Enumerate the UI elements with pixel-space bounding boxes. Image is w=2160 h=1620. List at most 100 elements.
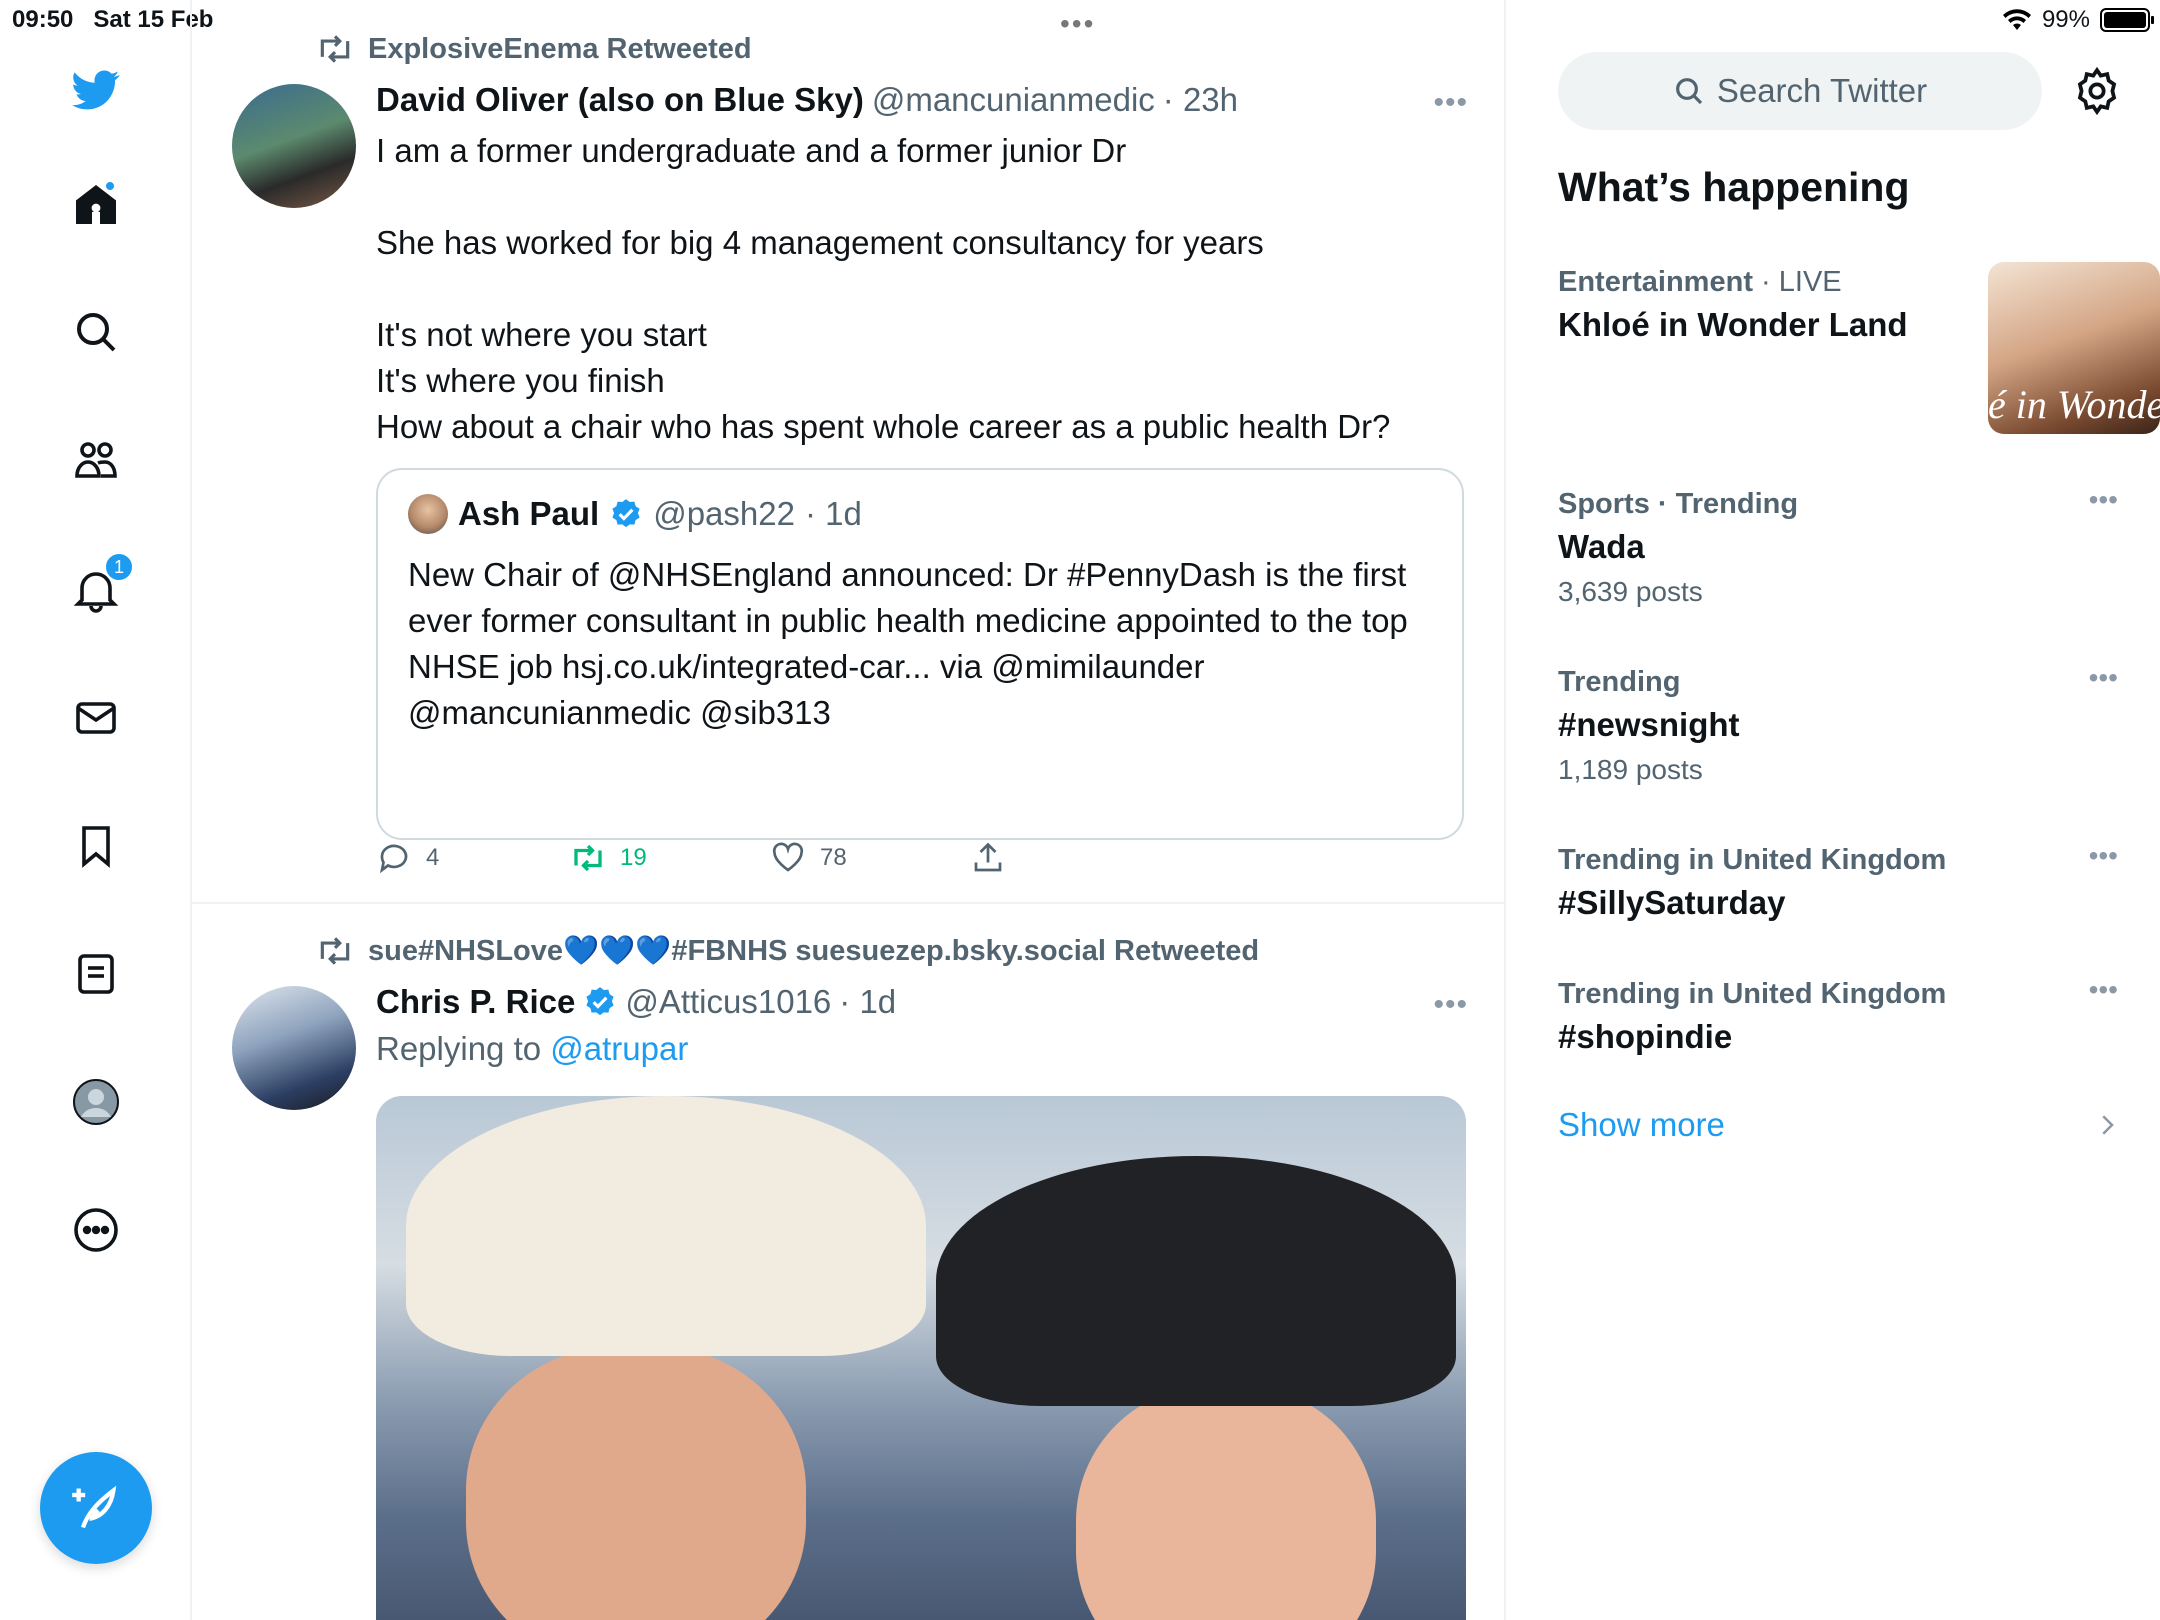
compose-tweet-button[interactable] — [40, 1452, 152, 1564]
timeline: ExplosiveEnema Retweeted David Oliver (a… — [192, 0, 1506, 1620]
trend-item[interactable]: Trending in United Kingdom #shopindie ••… — [1558, 974, 2118, 1060]
search-icon — [1675, 78, 1702, 105]
retweet-icon — [574, 844, 602, 872]
whats-happening-heading: What’s happening — [1558, 164, 1910, 210]
profile-avatar-icon[interactable] — [66, 1072, 126, 1132]
retweet-context: ExplosiveEnema Retweeted — [316, 28, 752, 70]
reply-count: 4 — [426, 844, 440, 871]
chevron-right-icon[interactable] — [2092, 1110, 2122, 1140]
trend-live-label: LIVE — [1778, 266, 1842, 298]
image-figure-left — [466, 1346, 806, 1620]
search-input[interactable]: Search Twitter — [1558, 52, 2042, 130]
retweet-icon — [320, 937, 350, 965]
left-nav: 1 — [0, 0, 192, 1620]
share-icon — [974, 842, 1002, 872]
trend-category: Trending in United Kingdom — [1558, 978, 1947, 1010]
replying-to: Replying to @atrupar — [376, 1030, 688, 1068]
reply-icon — [379, 844, 408, 874]
lists-icon[interactable] — [66, 944, 126, 1004]
verified-badge-icon — [612, 499, 640, 528]
notification-count-badge: 1 — [104, 552, 134, 582]
trend-more-icon[interactable]: ••• — [2089, 484, 2118, 516]
trend-item[interactable]: Trending #newsnight 1,189 posts ••• — [1558, 662, 2118, 792]
like-count: 78 — [820, 844, 847, 871]
tweet[interactable]: sue#NHSLove💙💙💙#FBNHS suesuezep.bsky.soci… — [192, 930, 1504, 1620]
compose-feather-icon — [72, 1485, 117, 1529]
trend-thumbnail-image: é in Wonder L — [1988, 262, 2160, 434]
tweet-media-image[interactable] — [376, 1096, 1466, 1620]
retweet-count: 19 — [620, 844, 647, 871]
avatar[interactable] — [232, 986, 356, 1110]
author-name[interactable]: David Oliver (also on Blue Sky) — [376, 81, 864, 119]
replying-to-link[interactable]: @atrupar — [550, 1030, 688, 1067]
like-button[interactable]: 78 — [770, 832, 847, 884]
heart-icon — [772, 842, 804, 872]
trend-item[interactable]: Sports · Trending Wada 3,639 posts ••• — [1558, 484, 2118, 614]
blue-heart-emoji: 💙💙💙 — [563, 935, 672, 967]
home-icon[interactable] — [66, 174, 126, 234]
search-placeholder: Search Twitter — [1716, 72, 1928, 109]
reply-button[interactable]: 4 — [376, 832, 439, 884]
quote-text: New Chair of @NHSEngland announced: Dr #… — [408, 556, 1408, 731]
notifications-bell-icon[interactable]: 1 — [66, 552, 134, 620]
retweeted-by[interactable]: ExplosiveEnema Retweeted — [368, 33, 752, 66]
messages-mail-icon[interactable] — [66, 688, 126, 748]
trend-more-icon[interactable]: ••• — [2089, 662, 2118, 694]
replying-label: Replying to — [376, 1030, 542, 1067]
tweet[interactable]: ExplosiveEnema Retweeted David Oliver (a… — [192, 28, 1504, 904]
show-more-link[interactable]: Show more — [1558, 1106, 1725, 1144]
author-handle[interactable]: @mancunianmedic — [872, 81, 1155, 119]
search-icon[interactable] — [66, 302, 126, 362]
trend-post-count: 1,189 posts — [1558, 754, 1703, 785]
quote-header: Ash Paul @pash22 · 1d — [408, 494, 862, 534]
trend-category: Trending in United Kingdom — [1558, 844, 1947, 876]
quote-avatar — [408, 494, 448, 534]
author-handle[interactable]: @Atticus1016 — [625, 983, 831, 1021]
quote-author-handle: @pash22 — [653, 495, 795, 532]
trend-more-icon[interactable]: ••• — [2089, 974, 2118, 1006]
trend-item[interactable]: Trending in United Kingdom #SillySaturda… — [1558, 840, 2118, 926]
image-hat-left — [406, 1096, 926, 1356]
retweeter-name-suffix: #FBNHS suesuezep.bsky.social Retweeted — [671, 935, 1260, 967]
trend-category: Trending — [1558, 666, 1681, 698]
trend-category: Sports · Trending — [1558, 488, 1799, 520]
image-figure-right — [1076, 1386, 1376, 1620]
trend-name: Wada — [1558, 528, 1645, 565]
tweet-time[interactable]: · 23h — [1163, 81, 1238, 119]
settings-gear-icon[interactable] — [2072, 66, 2122, 116]
trend-name: #newsnight — [1558, 706, 1740, 743]
trend-more-icon[interactable]: ••• — [2089, 840, 2118, 872]
tweet-header: David Oliver (also on Blue Sky) @mancuni… — [376, 78, 1238, 122]
trend-post-count: 3,639 posts — [1558, 576, 1703, 607]
tweet-actions: 4 19 78 — [376, 832, 1376, 884]
trend-name: #SillySaturday — [1558, 884, 1786, 921]
right-sidebar: Search Twitter What’s happening Entertai… — [1506, 0, 2160, 1620]
thumbnail-caption: é in Wonder L — [1988, 382, 2160, 427]
image-hat-right — [936, 1156, 1456, 1406]
tweet-more-icon[interactable]: ••• — [1433, 988, 1468, 1022]
quote-time: · 1d — [804, 495, 862, 532]
trend-separator: · — [1752, 266, 1779, 298]
trend-category-label: Entertainment — [1558, 266, 1753, 298]
retweet-icon — [320, 35, 350, 63]
author-name[interactable]: Chris P. Rice — [376, 983, 575, 1021]
more-options-icon[interactable] — [66, 1200, 126, 1260]
retweeter-name-prefix: sue#NHSLove — [368, 935, 564, 967]
share-button[interactable] — [970, 832, 1006, 884]
home-new-dot — [104, 180, 116, 192]
tweet-more-icon[interactable]: ••• — [1433, 86, 1468, 120]
bookmark-icon[interactable] — [66, 816, 126, 876]
tweet-text: I am a former undergraduate and a former… — [376, 132, 1391, 445]
tweet-header: Chris P. Rice @Atticus1016 · 1d — [376, 980, 896, 1024]
retweet-button[interactable]: 19 — [570, 832, 647, 884]
tweet-time[interactable]: · 1d — [839, 983, 896, 1021]
quote-tweet[interactable]: Ash Paul @pash22 · 1d New Chair of @NHSE… — [376, 468, 1464, 840]
communities-icon[interactable] — [66, 430, 126, 490]
retweeted-by[interactable]: sue#NHSLove💙💙💙#FBNHS suesuezep.bsky.soci… — [368, 934, 1259, 968]
verified-badge-icon — [586, 987, 614, 1016]
twitter-logo-icon[interactable] — [66, 60, 126, 120]
trend-item[interactable]: Entertainment · LIVE Khloé in Wonder Lan… — [1558, 262, 2160, 442]
trend-name: #shopindie — [1558, 1018, 1733, 1055]
avatar[interactable] — [232, 84, 356, 208]
quote-author-name: Ash Paul — [458, 495, 600, 532]
